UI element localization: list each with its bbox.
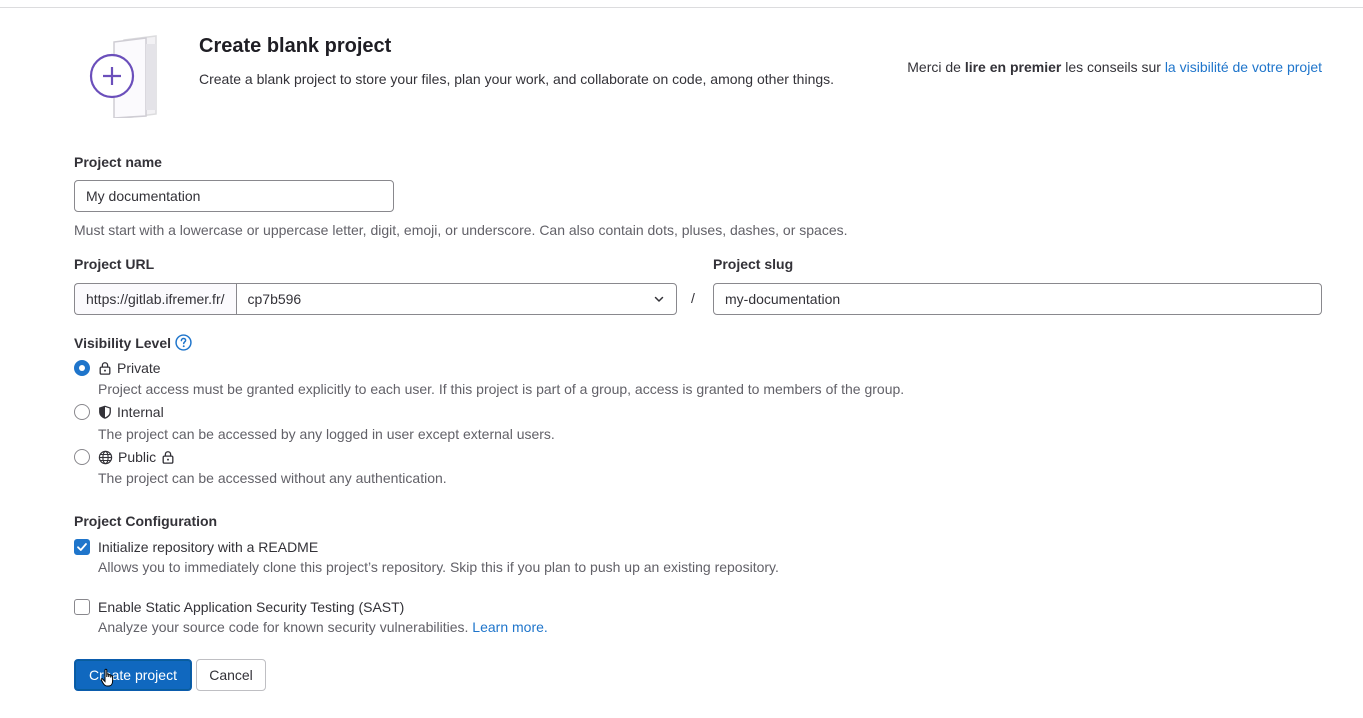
top-divider [0,7,1363,8]
configuration-label: Project Configuration [74,513,218,529]
notice-middle: les conseils sur [1061,59,1165,75]
sast-option[interactable]: Enable Static Application Security Testi… [74,599,404,615]
chevron-down-icon [654,296,664,302]
check-icon [77,543,87,551]
project-name-help: Must start with a lowercase or uppercase… [74,222,848,238]
public-help: The project can be accessed without any … [98,470,447,486]
help-icon[interactable] [175,334,192,351]
internal-radio[interactable] [74,404,90,420]
readme-checkbox[interactable] [74,539,90,555]
internal-option-label-row: Internal [98,404,164,420]
create-project-button[interactable]: Create project [74,659,192,691]
visibility-label-row: Visibility Level [74,334,192,351]
project-url-label: Project URL [74,256,155,272]
notice-bold: lire en premier [964,59,1062,75]
private-help: Project access must be granted explicitl… [98,381,905,397]
internal-help: The project can be accessed by any logge… [98,426,555,442]
visibility-option-private[interactable]: Private [74,360,161,376]
url-separator: / [691,290,695,306]
blank-project-illustration [89,35,157,118]
project-name-input[interactable] [74,180,394,212]
public-radio[interactable] [74,449,90,465]
public-option-label-row: Public [98,449,175,465]
project-slug-label: Project slug [713,256,794,272]
readme-label: Initialize repository with a README [98,539,319,555]
page-description: Create a blank project to store your fil… [199,71,835,87]
sast-help-row: Analyze your source code for known secur… [98,619,548,635]
project-name-label: Project name [74,154,162,170]
visibility-notice: Merci de lire en premier les conseils su… [907,59,1322,75]
readme-option[interactable]: Initialize repository with a README [74,539,318,555]
visibility-label: Visibility Level [74,334,172,351]
page-title: Create blank project [199,35,392,57]
visibility-option-public[interactable]: Public [74,449,175,465]
project-slug-input[interactable] [713,283,1322,315]
namespace-select[interactable]: cp7b596 [235,283,677,315]
notice-prefix: Merci de [907,59,965,75]
sast-help: Analyze your source code for known secur… [98,619,469,635]
globe-icon [98,450,113,464]
lock-icon [99,362,111,375]
visibility-guide-link[interactable]: la visibilité de votre projet [1165,59,1322,75]
private-label: Private [117,360,161,376]
learn-more-link[interactable]: Learn more. [472,619,547,635]
sast-label: Enable Static Application Security Testi… [98,599,405,615]
private-option-label-row: Private [98,360,161,376]
url-prefix: https://gitlab.ifremer.fr/ [74,283,236,315]
visibility-option-internal[interactable]: Internal [74,404,164,420]
hand-cursor-icon [100,668,114,687]
public-restricted-lock-icon [162,451,174,464]
shield-icon [99,405,111,419]
cancel-button[interactable]: Cancel [196,659,266,691]
project-url-group: https://gitlab.ifremer.fr/ cp7b596 [74,283,677,315]
public-label: Public [118,449,157,465]
readme-help: Allows you to immediately clone this pro… [98,559,779,575]
namespace-value: cp7b596 [247,291,302,307]
sast-checkbox[interactable] [74,599,90,615]
private-radio[interactable] [74,360,90,376]
internal-label: Internal [117,404,164,420]
